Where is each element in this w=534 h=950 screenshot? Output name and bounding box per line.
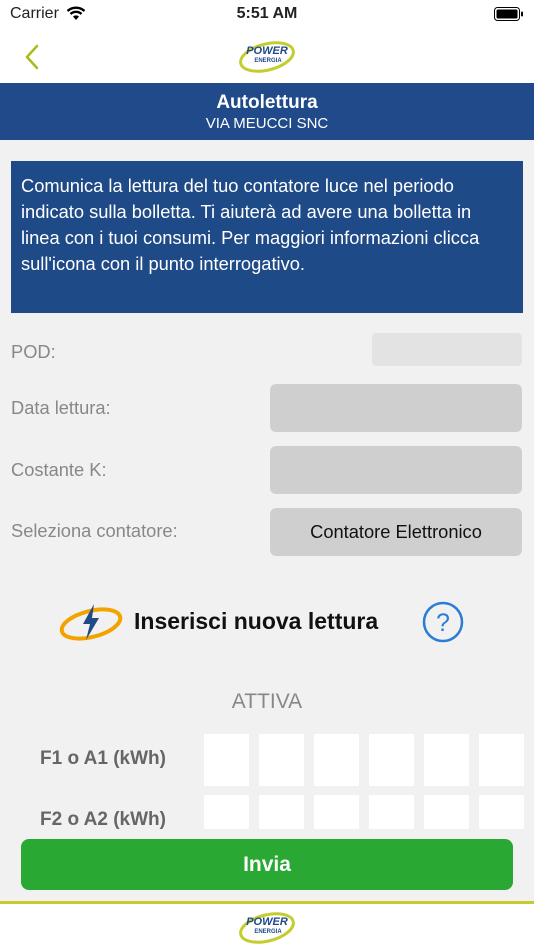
new-reading-header: Inserisci nuova lettura ? — [58, 598, 478, 646]
reading-row-f2: F2 o A2 (kWh) — [0, 795, 534, 829]
footer-bar: POWER ENERGIA — [0, 901, 534, 950]
reading-row-f2-label: F2 o A2 (kWh) — [40, 809, 166, 829]
status-bar: Carrier 5:51 AM — [0, 0, 534, 30]
power-energia-logo: POWER ENERGIA — [239, 912, 295, 944]
digit-input[interactable] — [204, 734, 249, 786]
info-box: Comunica la lettura del tuo contatore lu… — [11, 161, 523, 313]
reading-row-f1-label: F1 o A1 (kWh) — [40, 748, 166, 769]
digit-input[interactable] — [314, 734, 359, 786]
svg-text:?: ? — [436, 609, 450, 637]
date-label: Data lettura: — [11, 397, 111, 418]
pod-field — [372, 333, 522, 366]
digit-input[interactable] — [479, 734, 524, 786]
digit-input[interactable] — [479, 795, 524, 829]
digit-input[interactable] — [369, 795, 414, 829]
k-constant-field[interactable] — [270, 446, 522, 494]
svg-text:ENERGIA: ENERGIA — [254, 929, 282, 935]
attiva-section-label: ATTIVA — [231, 690, 303, 713]
reading-row-f1: F1 o A1 (kWh) — [0, 734, 534, 786]
page-title: Autolettura — [216, 92, 318, 113]
svg-text:POWER: POWER — [246, 45, 288, 57]
nav-bar: POWER ENERGIA — [0, 30, 534, 83]
meter-select[interactable]: Contatore Elettronico — [270, 508, 522, 556]
chevron-left-icon[interactable] — [22, 42, 44, 72]
svg-text:POWER: POWER — [246, 916, 288, 928]
k-constant-label: Costante K: — [11, 459, 107, 480]
power-energia-logo: POWER ENERGIA — [239, 41, 295, 73]
page-header: Autolettura VIA MEUCCI SNC — [0, 83, 534, 140]
status-time: 5:51 AM — [236, 5, 298, 22]
meter-select-label: Seleziona contatore: — [11, 520, 178, 541]
svg-text:ENERGIA: ENERGIA — [254, 58, 282, 64]
digit-input[interactable] — [424, 795, 469, 829]
help-question-icon[interactable]: ? — [422, 601, 464, 643]
battery-icon — [494, 7, 523, 21]
digit-input[interactable] — [259, 734, 304, 786]
digit-input[interactable] — [424, 734, 469, 786]
digit-input[interactable] — [204, 795, 249, 829]
submit-button[interactable]: Invia — [21, 839, 513, 890]
pod-label: POD: — [11, 341, 56, 362]
digit-input[interactable] — [369, 734, 414, 786]
lightning-bolt-icon — [59, 604, 123, 641]
page-subtitle: VIA MEUCCI SNC — [205, 115, 329, 132]
digit-input[interactable] — [314, 795, 359, 829]
new-reading-label: Inserisci nuova lettura — [134, 608, 379, 634]
digit-input[interactable] — [259, 795, 304, 829]
date-field[interactable] — [270, 384, 522, 432]
